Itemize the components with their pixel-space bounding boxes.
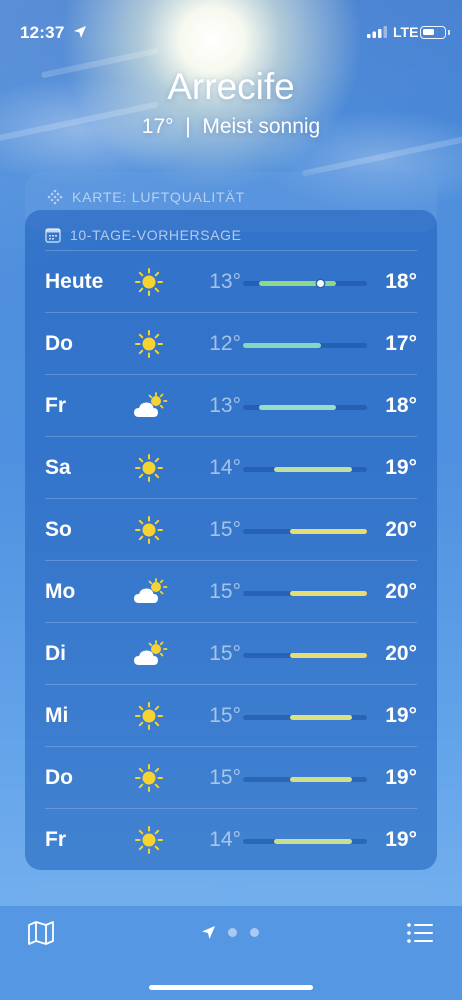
forecast-day: Do	[45, 332, 73, 355]
temperature-range-bar	[243, 715, 367, 720]
sun-icon	[133, 328, 169, 360]
location-arrow-icon[interactable]	[201, 925, 216, 940]
temperature-range-bar	[243, 591, 367, 596]
forecast-row: Mo 15° 20°	[25, 561, 437, 623]
forecast-high: 19°	[385, 766, 417, 789]
battery-level	[423, 29, 434, 35]
page-dot[interactable]	[250, 928, 259, 937]
current-temp-marker	[317, 280, 324, 287]
forecast-row: So 15° 20°	[25, 499, 437, 561]
battery-icon	[420, 26, 450, 39]
forecast-row: Fr 13° 18°	[25, 375, 437, 437]
temperature-range-fill	[289, 715, 352, 720]
temperature-range-fill	[289, 653, 367, 658]
temperature-range-bar	[243, 280, 367, 287]
temperature-range-fill	[289, 529, 367, 534]
temperature-range-fill	[243, 343, 321, 348]
page-dot[interactable]	[228, 928, 237, 937]
sun-icon	[133, 514, 169, 546]
forecast-day: Heute	[45, 270, 104, 293]
forecast-day: Fr	[45, 828, 66, 851]
forecast-day: Di	[45, 642, 66, 665]
temperature-range-fill	[274, 839, 352, 844]
ten-day-forecast-card[interactable]: 10-TAGE-VORHERSAGE Heute 13° 18° Do 12° …	[25, 210, 437, 870]
forecast-low: 15°	[209, 704, 241, 727]
forecast-row: Do 15° 19°	[25, 747, 437, 809]
location-arrow-icon	[74, 26, 86, 38]
forecast-low: 15°	[209, 642, 241, 665]
calendar-icon	[45, 228, 61, 243]
partly-cloudy-icon	[133, 390, 169, 422]
forecast-header: 10-TAGE-VORHERSAGE	[45, 225, 242, 245]
forecast-low: 14°	[209, 828, 241, 851]
sun-icon	[133, 700, 169, 732]
forecast-low: 13°	[209, 270, 241, 293]
forecast-row: Mi 15° 19°	[25, 685, 437, 747]
forecast-title: 10-TAGE-VORHERSAGE	[70, 227, 242, 243]
air-quality-label: KARTE: LUFTQUALITÄT	[72, 189, 245, 205]
forecast-day: Fr	[45, 394, 66, 417]
current-temperature: 17°	[141, 115, 174, 138]
temperature-range-bar	[243, 653, 367, 658]
air-quality-icon	[47, 189, 63, 205]
forecast-row: Di 15° 20°	[25, 623, 437, 685]
forecast-row: Fr 14° 19°	[25, 809, 437, 871]
sun-icon	[133, 762, 169, 794]
forecast-high: 18°	[385, 394, 417, 417]
forecast-low: 14°	[209, 456, 241, 479]
forecast-low: 15°	[209, 580, 241, 603]
temperature-range-bar	[243, 405, 367, 410]
forecast-high: 18°	[385, 270, 417, 293]
status-bar: 12:37 LTE	[0, 20, 462, 46]
forecast-day: Mi	[45, 704, 69, 727]
forecast-day: Do	[45, 766, 73, 789]
temperature-range-fill	[258, 405, 336, 410]
network-type: LTE	[393, 24, 419, 40]
temperature-range-bar	[243, 343, 367, 348]
forecast-row: Sa 14° 19°	[25, 437, 437, 499]
partly-cloudy-icon	[133, 638, 169, 670]
forecast-row: Do 12° 17°	[25, 313, 437, 375]
sun-icon	[133, 266, 169, 298]
forecast-high: 19°	[385, 456, 417, 479]
temperature-range-fill	[289, 591, 367, 596]
forecast-high: 20°	[385, 518, 417, 541]
temperature-range-bar	[243, 839, 367, 844]
forecast-high: 19°	[385, 828, 417, 851]
temperature-range-fill	[274, 467, 352, 472]
temperature-range-bar	[243, 529, 367, 534]
forecast-day: Sa	[45, 456, 71, 479]
forecast-high: 19°	[385, 704, 417, 727]
partly-cloudy-icon	[133, 576, 169, 608]
forecast-day: Mo	[45, 580, 76, 603]
sun-icon	[133, 824, 169, 856]
current-summary: 17° | Meist sonnig	[0, 115, 462, 139]
forecast-day: So	[45, 518, 72, 541]
list-icon[interactable]	[406, 921, 434, 945]
bottom-toolbar	[0, 905, 462, 1000]
forecast-high: 20°	[385, 580, 417, 603]
temperature-range-bar	[243, 467, 367, 472]
forecast-low: 15°	[209, 766, 241, 789]
sun-icon	[133, 452, 169, 484]
forecast-row: Heute 13° 18°	[25, 251, 437, 313]
forecast-low: 12°	[209, 332, 241, 355]
temperature-range-bar	[243, 777, 367, 782]
signal-icon	[367, 26, 387, 38]
temperature-range-fill	[258, 281, 336, 286]
city-name: Arrecife	[167, 66, 295, 107]
forecast-low: 15°	[209, 518, 241, 541]
current-condition: Meist sonnig	[202, 115, 321, 138]
summary-separator: |	[185, 115, 191, 138]
forecast-high: 17°	[385, 332, 417, 355]
temperature-range-fill	[289, 777, 352, 782]
forecast-low: 13°	[209, 394, 241, 417]
map-icon[interactable]	[27, 920, 55, 946]
home-indicator	[149, 985, 313, 990]
status-time: 12:37	[20, 23, 65, 42]
forecast-high: 20°	[385, 642, 417, 665]
